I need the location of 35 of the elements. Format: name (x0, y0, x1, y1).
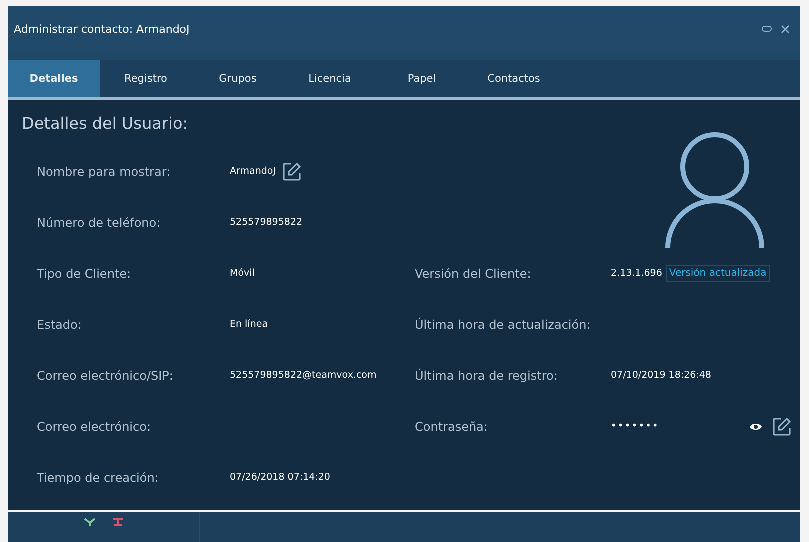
edit-icon[interactable] (772, 416, 792, 436)
field-value: 525579895822 (230, 217, 303, 228)
close-icon[interactable] (781, 24, 790, 34)
field-label: Contraseña: (415, 420, 488, 434)
field-label: Última hora de registro: (415, 368, 558, 382)
field-value: 07/26/2018 07:14:20 (230, 472, 330, 483)
tab[interactable]: Papel (376, 60, 468, 97)
section-title: Detalles del Usuario: (22, 114, 190, 133)
tab[interactable]: Licencia (284, 60, 376, 97)
user-avatar-icon (664, 132, 766, 250)
field-value: ••••••• (611, 421, 660, 432)
tab[interactable]: Detalles (8, 60, 100, 97)
field-label: Tiempo de creación: (37, 470, 159, 484)
window-title: Administrar contacto: ArmandoJ (14, 22, 190, 36)
minimize-icon[interactable] (762, 26, 772, 32)
field-label: Última hora de actualización: (415, 318, 591, 332)
field-label: Tipo de Cliente: (37, 266, 132, 280)
field-value: En línea (230, 319, 268, 330)
field-label: Versión del Cliente: (415, 266, 532, 280)
field-label: Correo electrónico/SIP: (37, 368, 174, 382)
tab[interactable]: Registro (100, 60, 192, 97)
field-value: ArmandoJ (230, 166, 276, 177)
eye-icon[interactable] (749, 422, 764, 432)
tab[interactable]: Grupos (192, 60, 284, 97)
edit-icon[interactable] (282, 162, 302, 182)
field-value: 07/10/2019 18:26:48 (611, 370, 712, 381)
tab[interactable]: Contactos (468, 60, 560, 97)
status-badge: Versión actualizada (666, 265, 770, 282)
field-label: Nombre para mostrar: (37, 164, 171, 178)
field-value: Móvil (230, 268, 255, 279)
field-value: 525579895822@teamvox.com (230, 370, 377, 381)
field-label: Estado: (37, 318, 82, 332)
field-label: Número de teléfono: (37, 216, 161, 230)
field-label: Correo electrónico: (37, 420, 151, 434)
field-value: 2.13.1.696 (611, 268, 662, 279)
